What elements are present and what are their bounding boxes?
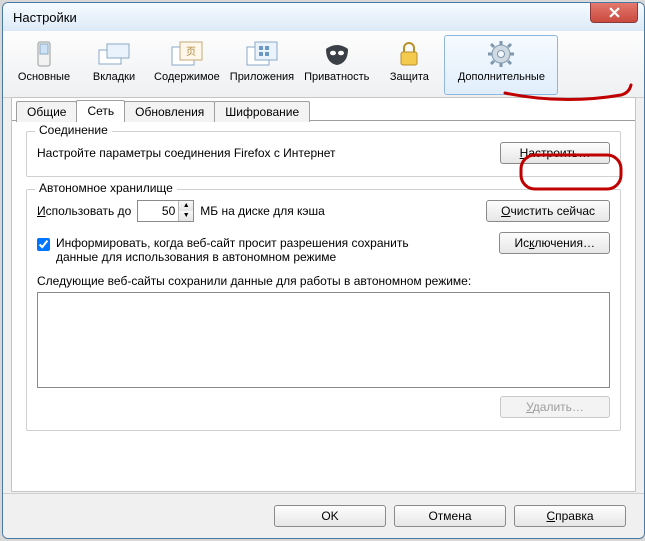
toolbar-label: Вкладки: [93, 71, 135, 83]
inform-checkbox[interactable]: [37, 238, 50, 251]
cache-use-prefix: Использовать до: [37, 204, 131, 218]
spinner-buttons: ▲ ▼: [178, 201, 193, 221]
toolbar-label: Защита: [390, 71, 429, 83]
help-button[interactable]: Справка: [514, 505, 626, 527]
subtab-strip: Общие Сеть Обновления Шифрование: [12, 97, 635, 121]
toolbar-security[interactable]: Защита: [374, 35, 444, 95]
lock-icon: [397, 38, 421, 70]
dialog-footer: OK Отмена Справка: [3, 493, 644, 538]
svg-text:页: 页: [186, 46, 196, 58]
button-label: Справка: [546, 509, 593, 523]
connection-legend: Соединение: [35, 123, 112, 137]
cache-size-spinner[interactable]: ▲ ▼: [137, 200, 194, 222]
content-icon: 页: [170, 38, 204, 70]
exceptions-button[interactable]: Исключения…: [499, 232, 610, 254]
connection-desc: Настройте параметры соединения Firefox с…: [37, 146, 336, 160]
close-icon: [609, 7, 620, 18]
close-button[interactable]: [590, 2, 638, 23]
toolbar-label: Основные: [18, 71, 70, 83]
inform-label: Информировать, когда веб-сайт просит раз…: [56, 236, 446, 264]
tabs-icon: [97, 38, 131, 70]
advanced-panel: Общие Сеть Обновления Шифрование Соедине…: [11, 97, 636, 492]
ok-button[interactable]: OK: [274, 505, 386, 527]
button-label: Настроить…: [520, 146, 591, 160]
subtab-updates[interactable]: Обновления: [124, 101, 215, 122]
titlebar: Настройки: [3, 3, 644, 31]
offline-storage-group: Автономное хранилище Использовать до ▲ ▼…: [26, 189, 621, 431]
toolbar-label: Приватность: [304, 71, 369, 83]
settings-window: Настройки Основные Вкладки 页 Содержимое: [2, 2, 645, 539]
gear-icon: [486, 38, 516, 70]
button-label: Очистить сейчас: [501, 204, 595, 218]
toolbar-label: Приложения: [230, 71, 294, 83]
button-label: Удалить…: [526, 400, 584, 414]
toolbar-advanced[interactable]: Дополнительные: [444, 35, 558, 95]
connection-group: Соединение Настройте параметры соединени…: [26, 131, 621, 177]
toolbar-privacy[interactable]: Приватность: [299, 35, 374, 95]
category-toolbar: Основные Вкладки 页 Содержимое Приложения…: [3, 31, 644, 98]
toolbar-applications[interactable]: Приложения: [225, 35, 299, 95]
offline-list-heading: Следующие веб-сайты сохранили данные для…: [37, 274, 610, 288]
cache-size-input[interactable]: [138, 201, 178, 221]
network-panel: Соединение Настройте параметры соединени…: [12, 121, 635, 453]
subtab-network[interactable]: Сеть: [76, 100, 125, 122]
applications-icon: [245, 38, 279, 70]
cancel-button[interactable]: Отмена: [394, 505, 506, 527]
toolbar-tabs[interactable]: Вкладки: [79, 35, 149, 95]
storage-legend: Автономное хранилище: [35, 181, 177, 195]
subtab-encryption[interactable]: Шифрование: [214, 101, 310, 122]
spin-down[interactable]: ▼: [179, 211, 193, 221]
mask-icon: [322, 38, 352, 70]
spin-up[interactable]: ▲: [179, 201, 193, 211]
toolbar-label: Дополнительные: [458, 71, 545, 83]
window-title: Настройки: [9, 10, 590, 25]
subtab-general[interactable]: Общие: [16, 101, 77, 122]
cache-use-suffix: МБ на диске для кэша: [200, 204, 325, 218]
configure-connection-button[interactable]: Настроить…: [500, 142, 610, 164]
clear-cache-button[interactable]: Очистить сейчас: [486, 200, 610, 222]
offline-sites-list[interactable]: [37, 292, 610, 388]
button-label: Исключения…: [514, 236, 595, 250]
toolbar-general[interactable]: Основные: [9, 35, 79, 95]
switch-icon: [31, 38, 57, 70]
delete-site-button: Удалить…: [500, 396, 610, 418]
toolbar-content[interactable]: 页 Содержимое: [149, 35, 225, 95]
toolbar-label: Содержимое: [154, 71, 220, 83]
